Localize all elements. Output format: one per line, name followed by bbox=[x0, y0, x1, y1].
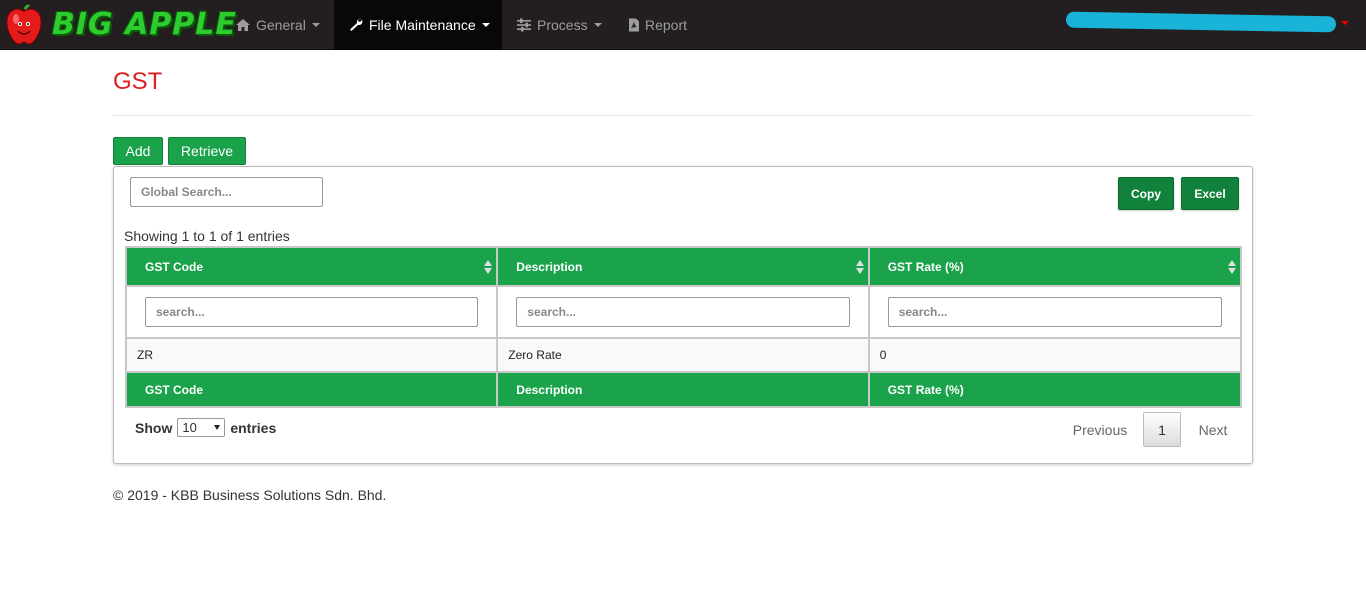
page-length-value: 10 bbox=[182, 420, 197, 435]
apple-icon bbox=[6, 4, 42, 45]
top-navbar: BIG APPLE General File Maintenance Proce… bbox=[0, 0, 1366, 50]
page-length-control: Show 10 entries bbox=[135, 418, 276, 437]
gst-rate-search-input[interactable] bbox=[887, 297, 1222, 327]
chevron-down-icon bbox=[311, 23, 320, 27]
brand-logo[interactable]: BIG APPLE bbox=[4, 3, 236, 47]
cell-gst-code: ZR bbox=[124, 337, 499, 373]
sliders-icon bbox=[517, 18, 531, 32]
description-search-input[interactable] bbox=[516, 297, 850, 327]
user-menu-redacted[interactable] bbox=[1065, 11, 1337, 33]
nav-file-maintenance[interactable]: File Maintenance bbox=[334, 0, 502, 50]
filter-cell bbox=[124, 285, 499, 339]
footer-gst-rate: GST Rate (%) bbox=[867, 371, 1243, 408]
pagination-page-1[interactable]: 1 bbox=[1143, 412, 1181, 447]
table-row[interactable]: ZR Zero Rate 0 bbox=[124, 337, 1243, 373]
divider bbox=[113, 115, 1253, 116]
page-title: GST bbox=[113, 68, 163, 95]
column-header-label: Description bbox=[516, 259, 583, 274]
entries-label: entries bbox=[230, 419, 277, 436]
filter-cell bbox=[496, 285, 870, 339]
column-header-gst-rate[interactable]: GST Rate (%) bbox=[867, 246, 1243, 287]
table-info: Showing 1 to 1 of 1 entries bbox=[124, 228, 290, 244]
footer-gst-code: GST Code bbox=[124, 371, 499, 408]
table-header-row: GST Code Description GST Rate (%) bbox=[124, 246, 1243, 287]
add-button[interactable]: Add bbox=[113, 137, 163, 165]
column-header-description[interactable]: Description bbox=[496, 246, 870, 287]
footer-description: Description bbox=[496, 371, 870, 408]
page-length-select[interactable]: 10 bbox=[177, 418, 226, 437]
copy-button[interactable]: Copy bbox=[1118, 177, 1174, 210]
brand-name: BIG APPLE bbox=[52, 7, 237, 42]
nav-report[interactable]: Report bbox=[628, 0, 687, 50]
show-label: Show bbox=[135, 419, 173, 436]
pagination-previous[interactable]: Previous bbox=[1064, 412, 1136, 447]
home-icon bbox=[236, 19, 250, 31]
nav-process[interactable]: Process bbox=[516, 0, 602, 50]
sort-icon bbox=[1228, 260, 1236, 275]
global-search-input[interactable] bbox=[130, 177, 323, 207]
table-footer-row: GST Code Description GST Rate (%) bbox=[124, 371, 1243, 408]
nav-general[interactable]: General bbox=[235, 0, 320, 50]
column-header-label: GST Code bbox=[145, 259, 204, 274]
excel-button[interactable]: Excel bbox=[1181, 177, 1239, 210]
chevron-down-icon bbox=[481, 23, 490, 27]
pdf-file-icon bbox=[629, 18, 639, 32]
wrench-icon bbox=[350, 18, 363, 31]
column-header-gst-code[interactable]: GST Code bbox=[124, 246, 499, 287]
chevron-down-icon[interactable] bbox=[1341, 21, 1349, 25]
nav-file-maintenance-label: File Maintenance bbox=[369, 17, 476, 33]
table-panel: Copy Excel Showing 1 to 1 of 1 entries G… bbox=[113, 166, 1253, 464]
column-filter-row bbox=[124, 285, 1243, 339]
pagination-next[interactable]: Next bbox=[1188, 412, 1238, 447]
nav-report-label: Report bbox=[645, 17, 688, 33]
nav-process-label: Process bbox=[537, 17, 588, 33]
sort-icon bbox=[855, 260, 864, 275]
page-footer: © 2019 - KBB Business Solutions Sdn. Bhd… bbox=[113, 487, 387, 503]
column-header-label: GST Rate (%) bbox=[887, 259, 964, 274]
cell-gst-rate: 0 bbox=[867, 337, 1243, 373]
filter-cell bbox=[867, 285, 1243, 339]
cell-description: Zero Rate bbox=[496, 337, 870, 373]
sort-icon bbox=[484, 260, 493, 275]
retrieve-button[interactable]: Retrieve bbox=[168, 137, 246, 165]
chevron-down-icon bbox=[593, 23, 602, 27]
gst-table: GST Code Description GST Rate (%) ZR Zer… bbox=[124, 246, 1243, 408]
nav-general-label: General bbox=[256, 17, 306, 33]
chevron-down-icon bbox=[214, 425, 221, 430]
gst-code-search-input[interactable] bbox=[145, 297, 479, 327]
